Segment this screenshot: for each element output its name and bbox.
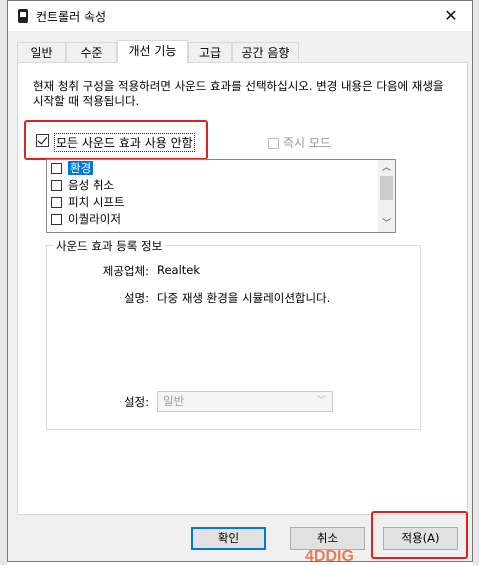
effect-label: 환경 xyxy=(68,161,94,175)
immediate-mode-checkbox: 즉시 모드 xyxy=(268,134,331,151)
background-window-edge xyxy=(0,0,7,565)
effect-item-environment[interactable]: 환경 xyxy=(51,160,94,177)
tab-general[interactable]: 일반 xyxy=(17,42,66,62)
tab-enhancements[interactable]: 개선 기능 xyxy=(117,40,188,63)
watermark-logo: 4DDIG xyxy=(305,548,354,565)
properties-dialog: 컨트롤러 속성 ✕ 일반 수준 개선 기능 고급 공간 음향 현재 청취 구성을… xyxy=(7,0,473,562)
group-title: 사운드 효과 등록 정보 xyxy=(53,238,166,254)
title-bar: 컨트롤러 속성 ✕ xyxy=(8,1,472,31)
cancel-button[interactable]: 취소 xyxy=(290,527,365,550)
tab-levels[interactable]: 수준 xyxy=(66,42,117,62)
effect-item-voice-cancellation[interactable]: 음성 취소 xyxy=(51,177,114,194)
effects-list[interactable]: 환경 음성 취소 피치 시프트 이퀄라이저 ︿ ﹀ xyxy=(46,159,396,233)
highlight-box-apply xyxy=(371,511,468,559)
description-text: 현재 청취 구성을 적용하려면 사운드 효과를 선택하십시오. 변경 내용은 다… xyxy=(33,79,444,108)
checkbox-icon xyxy=(268,138,279,149)
enhancements-panel: 현재 청취 구성을 적용하려면 사운드 효과를 선택하십시오. 변경 내용은 다… xyxy=(17,62,468,515)
immediate-mode-label: 즉시 모드 xyxy=(283,136,331,150)
highlight-box-disable-all xyxy=(24,120,208,160)
effect-label: 음성 취소 xyxy=(68,178,114,192)
effect-item-equalizer[interactable]: 이퀄라이저 xyxy=(51,211,121,228)
checkbox-icon[interactable] xyxy=(51,180,62,191)
background-window-edge-right xyxy=(473,0,479,565)
setting-dropdown: 일반 ﹀ xyxy=(157,391,333,412)
provider-value: Realtek xyxy=(157,263,201,277)
chevron-down-icon: ﹀ xyxy=(316,396,326,406)
checkbox-icon[interactable] xyxy=(51,214,62,225)
scroll-up-icon[interactable]: ︿ xyxy=(378,160,395,176)
effect-item-pitch-shift[interactable]: 피치 시프트 xyxy=(51,194,125,211)
scroll-down-icon[interactable]: ﹀ xyxy=(378,216,395,232)
tab-advanced[interactable]: 고급 xyxy=(188,42,232,62)
checkbox-icon[interactable] xyxy=(51,197,62,208)
tab-spatial-sound[interactable]: 공간 음향 xyxy=(232,42,299,62)
provider-label: 제공업체: xyxy=(102,264,149,278)
effect-properties-group: 사운드 효과 등록 정보 제공업체: Realtek 설명: 다중 재생 환경을… xyxy=(46,238,421,430)
setting-dropdown-value: 일반 xyxy=(163,394,185,408)
scroll-thumb[interactable] xyxy=(380,176,393,200)
list-scrollbar[interactable]: ︿ ﹀ xyxy=(378,160,395,232)
effect-label: 이퀄라이저 xyxy=(68,212,121,226)
status-label: 설명: xyxy=(123,291,149,305)
checkbox-icon[interactable] xyxy=(51,163,62,174)
effect-label: 피치 시프트 xyxy=(68,195,125,209)
status-value: 다중 재생 환경을 시뮬레이션합니다. xyxy=(157,291,331,305)
ok-button[interactable]: 확인 xyxy=(191,527,266,550)
close-icon[interactable]: ✕ xyxy=(440,6,462,26)
speaker-icon xyxy=(18,9,28,23)
window-title: 컨트롤러 속성 xyxy=(36,10,107,24)
setting-label: 설정: xyxy=(123,395,149,409)
